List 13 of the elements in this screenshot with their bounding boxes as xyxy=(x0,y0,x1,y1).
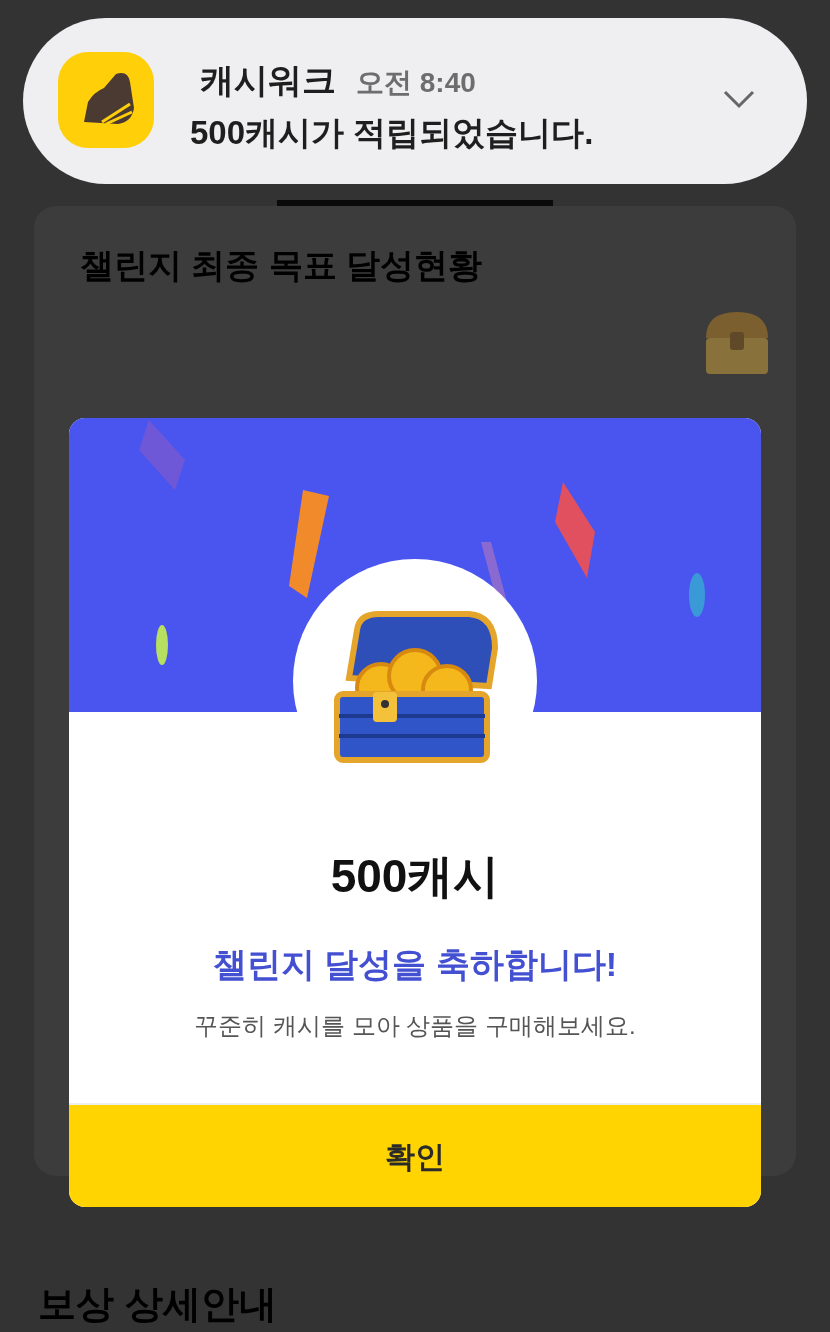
notification-message: 500캐시가 적립되었습니다. xyxy=(190,113,594,153)
confetti-piece xyxy=(687,572,707,618)
confetti-piece xyxy=(155,624,169,666)
description-text: 꾸준히 캐시를 모아 상품을 구매해보세요. xyxy=(194,1011,636,1041)
app-icon[interactable] xyxy=(58,52,154,148)
app-name: 캐시워크 xyxy=(200,60,336,101)
expand-chevron-icon[interactable] xyxy=(722,88,756,110)
reward-amount: 500캐시 xyxy=(330,849,500,904)
notification-time: 오전 8:40 xyxy=(356,66,476,100)
congratulations-heading: 챌린지 달성을 축하합니다! xyxy=(212,944,618,985)
confirm-button[interactable]: 확인 xyxy=(69,1103,761,1207)
confetti-piece xyxy=(139,420,185,490)
card-title: 챌린지 최종 목표 달성현황 xyxy=(80,245,483,286)
